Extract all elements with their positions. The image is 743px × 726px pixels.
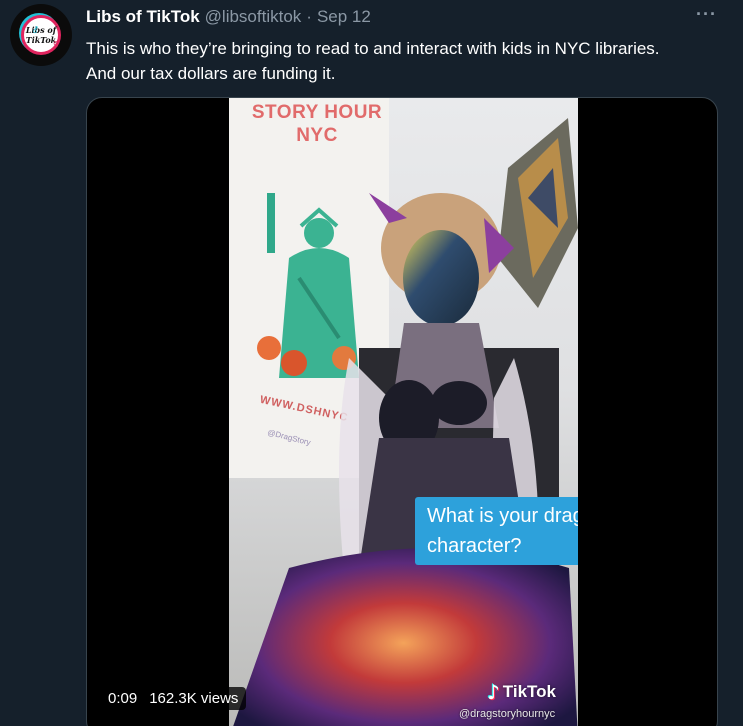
caption-line1: What is your drag <box>427 505 578 527</box>
tiktok-label: TikTok <box>502 682 556 701</box>
drag-performer-image <box>233 193 578 726</box>
avatar-text-line1: Libs of <box>25 25 57 35</box>
male-symbol-icon: ⚦ <box>32 26 39 35</box>
tweet-text: This is who they’re bringing to read to … <box>86 39 660 83</box>
tweet: ⚦ Libs of TikTok ⚥ Libs of TikTok @libso… <box>0 0 743 726</box>
author-handle[interactable]: @libsoftiktok <box>205 7 302 27</box>
video-views: 162.3K views <box>149 690 239 707</box>
tweet-header: Libs of TikTok @libsoftiktok · Sep 12 <box>86 7 371 27</box>
avatar-logo: ⚦ Libs of TikTok ⚥ <box>21 15 61 55</box>
video-frame[interactable]: STORY HOUR NYC WWW.DSHNYC @DragStory Wha… <box>229 98 578 726</box>
tweet-date[interactable]: Sep 12 <box>317 7 371 27</box>
video-player[interactable]: STORY HOUR NYC WWW.DSHNYC @DragStory Wha… <box>86 97 718 726</box>
tiktok-note-icon: ♪ <box>487 680 500 704</box>
header-separator: · <box>306 7 312 26</box>
more-horizontal-icon[interactable]: ··· <box>696 4 717 25</box>
author-name[interactable]: Libs of TikTok <box>86 7 200 27</box>
avatar[interactable]: ⚦ Libs of TikTok ⚥ <box>10 4 72 66</box>
female-symbol-icon: ⚥ <box>53 40 61 49</box>
tiktok-watermark: ♪ TikTok <box>487 680 556 704</box>
video-caption: What is your drag character? <box>415 497 578 565</box>
video-duration: 0:09 <box>108 690 138 707</box>
tiktok-handle: @dragstoryhournyc <box>459 708 556 720</box>
avatar-text-line2: TikTok <box>25 35 57 45</box>
caption-line2: character? <box>427 535 522 557</box>
video-stats-badge: 0:09 162.3K views <box>100 687 247 710</box>
